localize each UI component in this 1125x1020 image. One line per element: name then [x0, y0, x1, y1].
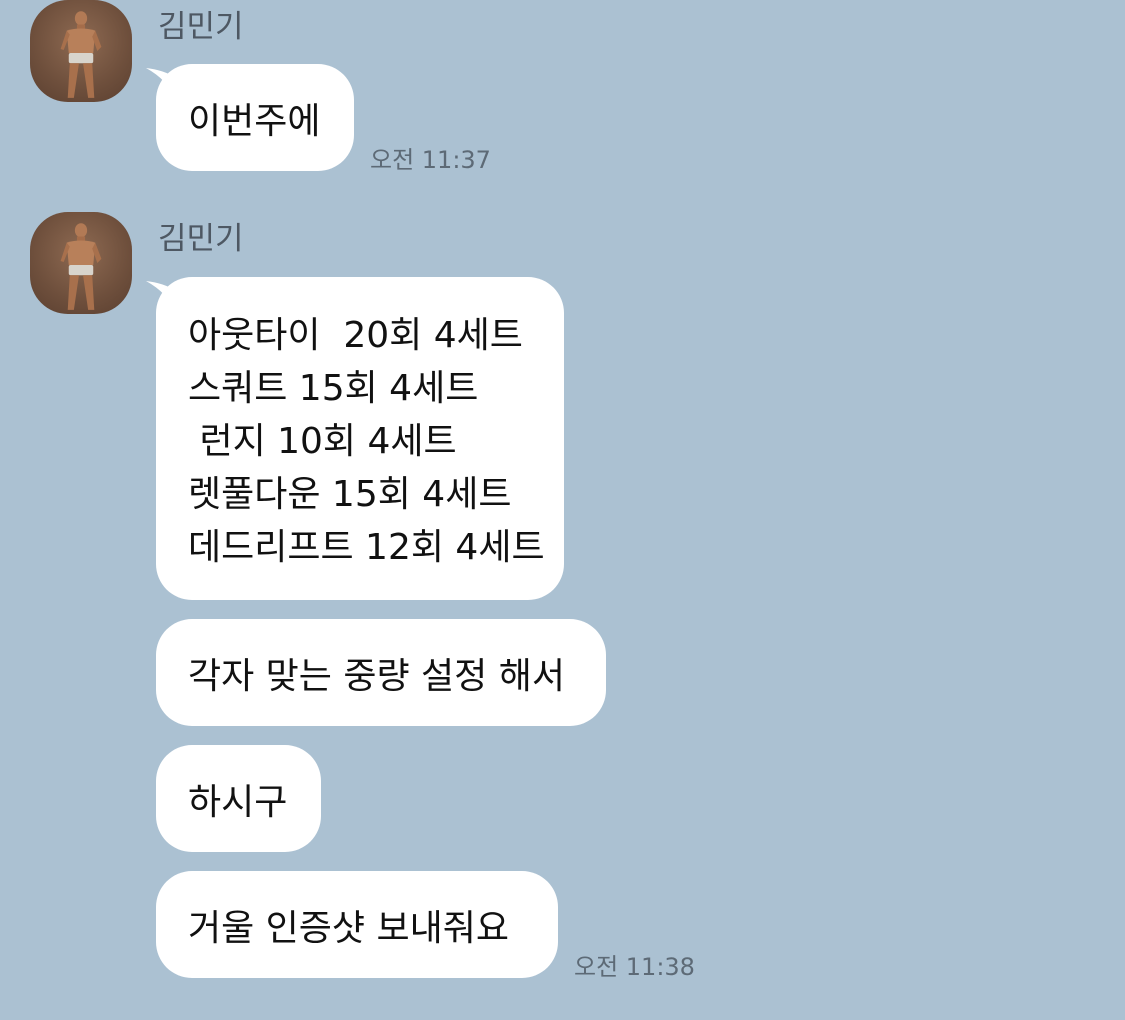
message-bubble[interactable]: 하시구 — [156, 745, 321, 852]
sender-avatar[interactable] — [30, 0, 132, 102]
message-time: 오전 11:38 — [574, 953, 695, 981]
message-bubble[interactable]: 아웃타이 20회 4세트 스쿼트 15회 4세트 런지 10회 4세트 렛풀다운… — [156, 277, 564, 600]
message-bubble[interactable]: 거울 인증샷 보내줘요 — [156, 871, 558, 978]
message-bubble[interactable]: 각자 맞는 중량 설정 해서 — [156, 619, 606, 726]
profile-photo-icon — [60, 223, 102, 310]
message-time: 오전 11:37 — [370, 146, 491, 174]
sender-name: 김민기 — [158, 221, 244, 257]
profile-photo-icon — [60, 11, 102, 98]
message-bubble[interactable]: 이번주에 — [156, 64, 354, 171]
sender-name: 김민기 — [158, 9, 244, 45]
sender-avatar[interactable] — [30, 212, 132, 314]
